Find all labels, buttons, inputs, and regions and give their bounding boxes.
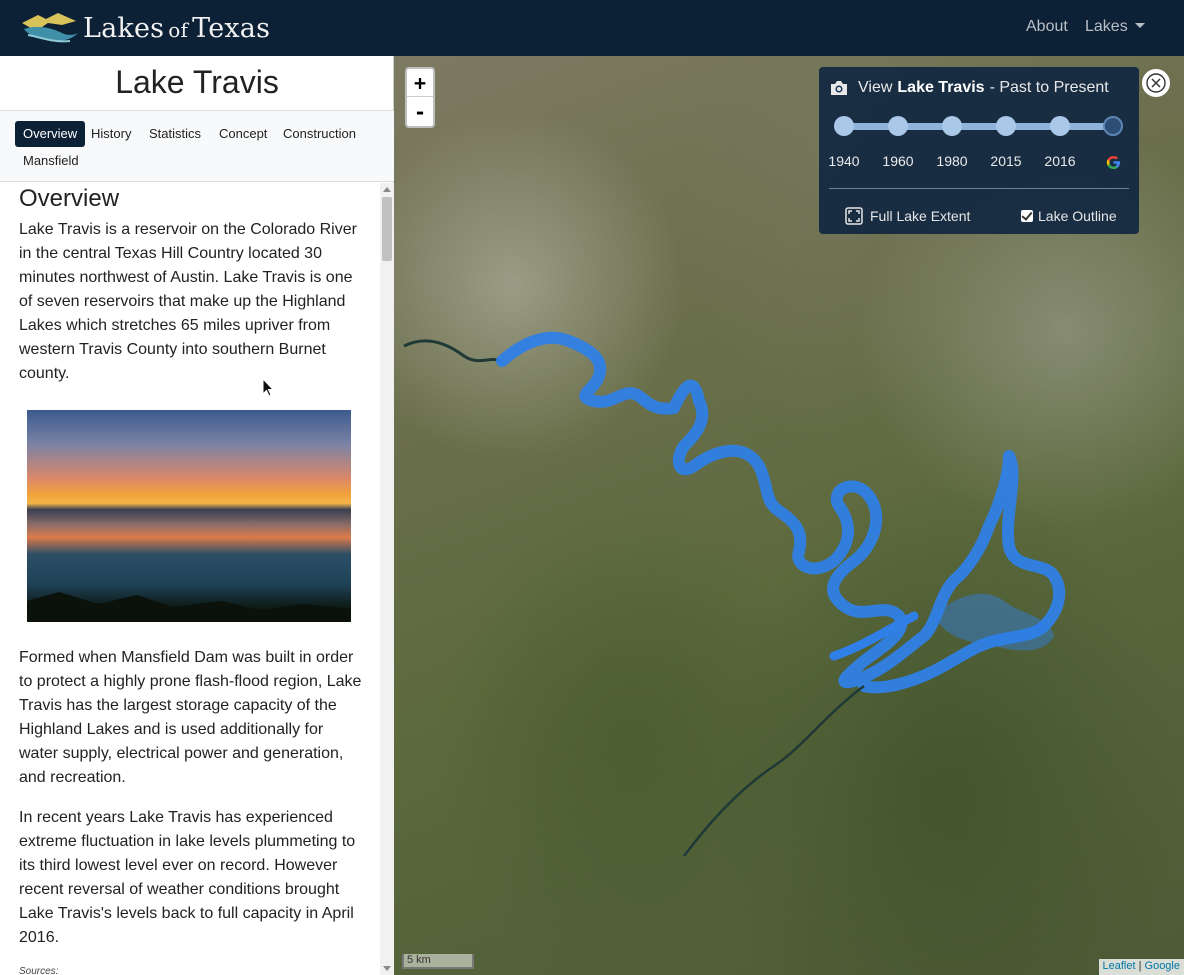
timeline-dot-2016[interactable] <box>1050 116 1070 136</box>
map-scale: 5 km <box>402 954 474 969</box>
panel-title: View Lake Travis - Past to Present <box>829 79 1109 97</box>
mouse-pointer-icon <box>262 378 274 397</box>
year-label-1980: 1980 <box>936 153 968 169</box>
overview-content[interactable]: Overview Lake Travis is a reservoir on t… <box>0 183 380 975</box>
year-label-2016: 2016 <box>1044 153 1076 169</box>
top-navbar: Lakes of Texas About Lakes <box>0 0 1184 56</box>
satellite-map[interactable]: + - View Lake Travis - Past to Present 194… <box>394 56 1184 975</box>
sidebar: Lake Travis Overview History Statistics … <box>0 56 394 975</box>
brand-title: Lakes of Texas <box>83 12 271 44</box>
timeline-dot-1940[interactable] <box>834 116 854 136</box>
caret-down-icon <box>1134 23 1145 28</box>
lake-outline-toggle[interactable]: Lake Outline <box>1021 208 1117 224</box>
camera-icon <box>831 81 847 95</box>
lake-title: Lake Travis <box>115 64 279 100</box>
year-label-2015: 2015 <box>990 153 1022 169</box>
leaflet-link[interactable]: Leaflet <box>1103 960 1136 972</box>
nav-lakes-dropdown[interactable]: Lakes <box>1085 18 1145 36</box>
timeline-dot-google[interactable] <box>1103 116 1123 136</box>
timeline-dot-2015[interactable] <box>996 116 1016 136</box>
zoom-out-button[interactable]: - <box>407 98 433 126</box>
content-scrollbar[interactable] <box>380 183 394 975</box>
tab-construction[interactable]: Construction <box>275 121 364 147</box>
lake-outline-checkbox[interactable] <box>1021 210 1033 222</box>
lake-sunset-photo <box>27 410 351 622</box>
overview-paragraph-2: Formed when Mansfield Dam was built in o… <box>19 649 362 786</box>
brand-link[interactable]: Lakes of Texas <box>18 8 270 48</box>
section-heading: Overview <box>19 185 120 212</box>
expand-icon <box>845 207 863 225</box>
tab-mansfield[interactable]: Mansfield <box>15 148 87 174</box>
scroll-down-arrow-icon[interactable] <box>383 966 391 971</box>
google-icon <box>1106 155 1121 170</box>
scroll-thumb[interactable] <box>382 197 392 261</box>
close-icon <box>1146 73 1166 93</box>
scroll-up-arrow-icon[interactable] <box>383 187 391 192</box>
overview-paragraph-1: Lake Travis is a reservoir on the Colora… <box>19 221 357 382</box>
tab-history[interactable]: History <box>83 121 139 147</box>
google-link[interactable]: Google <box>1145 960 1180 972</box>
tab-overview[interactable]: Overview <box>15 121 86 147</box>
section-tabs: Overview History Statistics Concept Cons… <box>0 110 394 182</box>
tab-statistics[interactable]: Statistics <box>141 121 209 147</box>
zoom-in-button[interactable]: + <box>407 69 433 97</box>
lakes-of-texas-logo-icon <box>22 13 78 43</box>
overview-paragraph-3: In recent years Lake Travis has experien… <box>19 809 356 946</box>
year-label-1960: 1960 <box>882 153 914 169</box>
close-panel-button[interactable] <box>1142 69 1170 97</box>
panel-lake-name: Lake Travis <box>897 79 985 96</box>
timeline-dot-1980[interactable] <box>942 116 962 136</box>
map-attribution: Leaflet | Google <box>1098 959 1184 975</box>
timeline-track[interactable] <box>844 123 1114 130</box>
sources-label: Sources: <box>19 966 59 975</box>
panel-divider <box>829 188 1129 189</box>
timeline-dot-1960[interactable] <box>888 116 908 136</box>
zoom-control: + - <box>405 67 435 128</box>
year-label-1940: 1940 <box>828 153 860 169</box>
nav-about-link[interactable]: About <box>1026 18 1068 36</box>
full-lake-extent-button[interactable]: Full Lake Extent <box>845 207 970 225</box>
tab-concept[interactable]: Concept <box>211 121 275 147</box>
timeline-panel: View Lake Travis - Past to Present 1940 19… <box>819 67 1139 234</box>
